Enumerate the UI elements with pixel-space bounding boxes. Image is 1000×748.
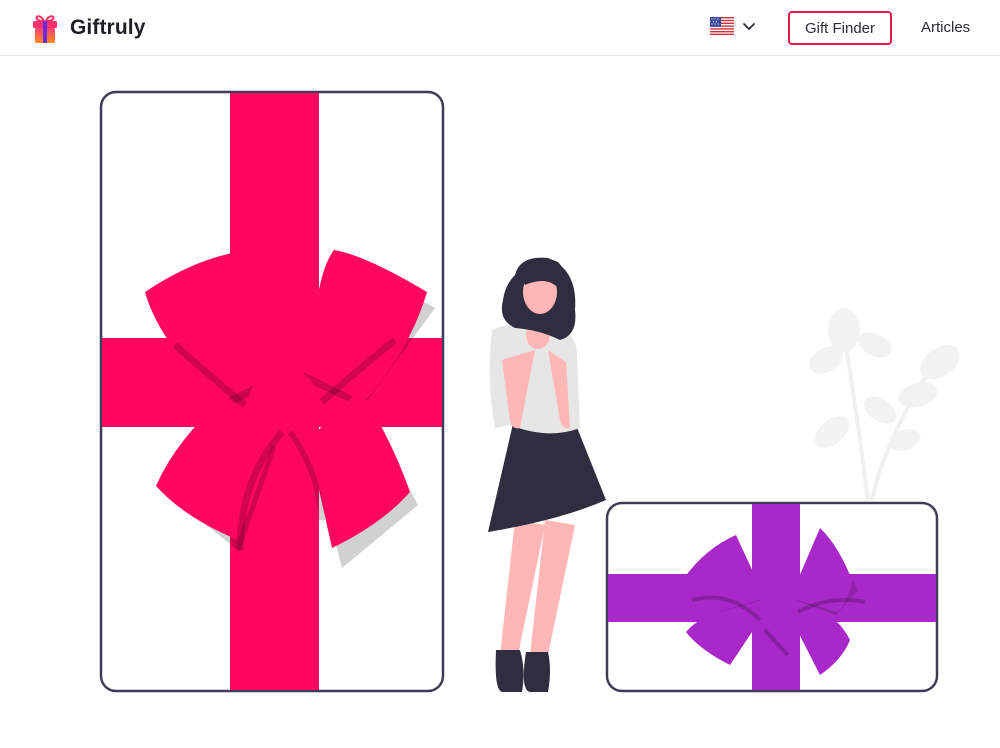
large-gift-box: [99, 90, 445, 693]
chevron-down-icon: [743, 23, 755, 30]
hero-illustration: [99, 90, 960, 693]
gift-finder-button[interactable]: Gift Finder: [788, 11, 892, 45]
small-gift-box: [605, 501, 939, 693]
woman-illustration: [488, 257, 606, 692]
language-selector[interactable]: [710, 17, 756, 35]
plant-decoration: [809, 308, 960, 501]
us-flag-icon: [710, 17, 734, 35]
articles-link[interactable]: Articles: [921, 19, 970, 36]
brand-logo-link[interactable]: Giftruly: [31, 12, 145, 44]
brand-name: Giftruly: [70, 16, 146, 39]
top-navbar: Giftruly Gift Finder Articles: [0, 0, 1000, 56]
gift-box-logo-icon: [33, 15, 57, 43]
